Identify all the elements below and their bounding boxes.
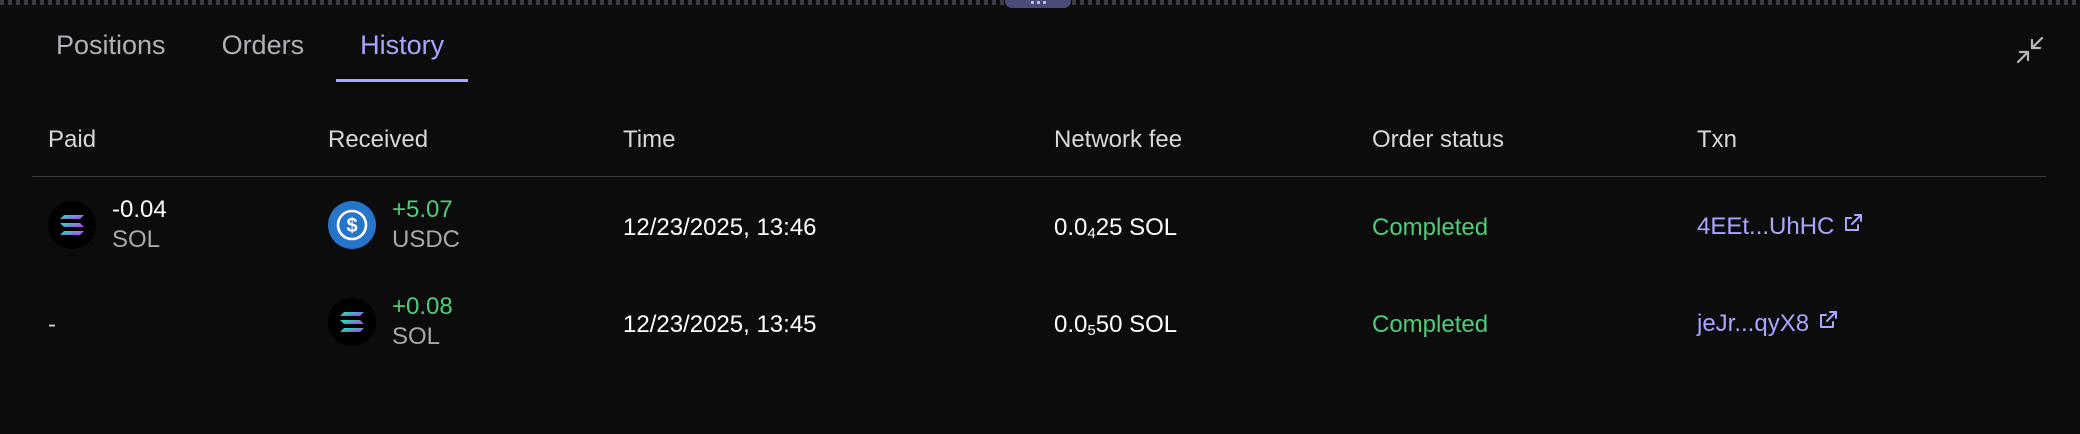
tab-history[interactable]: History — [336, 18, 469, 82]
table-row: - +0.08 SOL 12/23/2025, 13:45 0.0550 SOL… — [32, 278, 2046, 374]
fee-unit: SOL — [1129, 214, 1178, 241]
fee-zero-count: 4 — [1087, 225, 1096, 242]
tab-orders[interactable]: Orders — [198, 18, 329, 82]
received-value: +5.07 — [392, 196, 453, 223]
column-header-txn: Txn — [1697, 126, 1738, 153]
column-header-received: Received — [328, 126, 429, 153]
minimize-arrows-icon — [2015, 35, 2045, 70]
paid-amount: -0.04 SOL — [112, 195, 167, 255]
received-value: +0.08 — [392, 293, 453, 320]
time-cell: 12/23/2025, 13:46 — [623, 214, 817, 241]
collapse-panel-button[interactable] — [2010, 32, 2050, 72]
txn-link[interactable]: 4EEt...UhHC — [1697, 212, 1864, 241]
table-header: Paid Received Time Network fee Order sta… — [32, 110, 2046, 177]
received-symbol: USDC — [392, 226, 461, 253]
tab-positions[interactable]: Positions — [32, 18, 190, 82]
paid-empty: - — [48, 311, 56, 338]
fee-prefix: 0.0 — [1054, 214, 1088, 241]
received-amount: +0.08 SOL — [392, 292, 453, 352]
resize-drag-handle[interactable] — [1005, 0, 1071, 8]
table-row: -0.04 SOL $ +5.07 USDC 12/23/2025, 13:46… — [32, 181, 2046, 277]
order-status-cell: Completed — [1372, 311, 1489, 338]
svg-text:$: $ — [346, 215, 357, 237]
order-status-cell: Completed — [1372, 214, 1489, 241]
paid-value: -0.04 — [112, 196, 167, 223]
fee-zero-count: 5 — [1087, 322, 1096, 339]
txn-hash[interactable]: jeJr...qyX8 — [1697, 310, 1809, 338]
txn-hash[interactable]: 4EEt...UhHC — [1697, 213, 1834, 241]
history-panel: Positions Orders History Paid Received T… — [0, 0, 2080, 434]
column-header-time: Time — [623, 126, 676, 153]
column-header-order-status: Order status — [1372, 126, 1505, 153]
fee-digits: 50 — [1095, 311, 1123, 338]
external-link-icon[interactable] — [1842, 212, 1864, 241]
fee-prefix: 0.0 — [1054, 311, 1088, 338]
external-link-icon[interactable] — [1817, 309, 1839, 338]
tab-bar: Positions Orders History — [32, 18, 469, 82]
network-fee-cell: 0.0425 SOL — [1054, 214, 1177, 242]
txn-link[interactable]: jeJr...qyX8 — [1697, 309, 1839, 338]
paid-symbol: SOL — [112, 226, 161, 253]
column-header-paid: Paid — [48, 126, 97, 153]
fee-digits: 25 — [1095, 214, 1123, 241]
column-header-network-fee: Network fee — [1054, 126, 1183, 153]
time-cell: 12/23/2025, 13:45 — [623, 311, 817, 338]
solana-icon — [48, 201, 96, 249]
received-symbol: SOL — [392, 323, 441, 350]
fee-unit: SOL — [1129, 311, 1178, 338]
usdc-icon: $ — [328, 201, 376, 249]
received-amount: +5.07 USDC — [392, 195, 460, 255]
solana-icon — [328, 298, 376, 346]
network-fee-cell: 0.0550 SOL — [1054, 311, 1177, 339]
